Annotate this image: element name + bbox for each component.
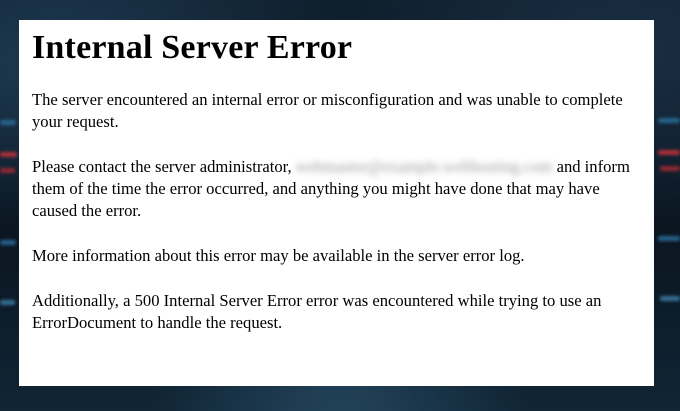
contact-admin-text: Please contact the server administrator, xyxy=(32,157,292,176)
blue-light-stripe xyxy=(658,118,680,123)
admin-email-redacted: webmaster@example.webhosting.com xyxy=(295,157,553,176)
red-light-stripe xyxy=(660,166,680,171)
error-heading: Internal Server Error xyxy=(32,29,353,66)
blue-light-stripe xyxy=(660,296,680,301)
error-page-panel: Internal Server Error The server encount… xyxy=(19,20,654,386)
blue-light-stripe xyxy=(0,240,16,245)
blue-light-stripe xyxy=(0,300,15,305)
contact-admin-paragraph: Please contact the server administrator,… xyxy=(32,156,642,222)
blue-light-stripe xyxy=(658,236,680,241)
red-light-stripe xyxy=(658,150,680,155)
red-light-stripe xyxy=(0,168,15,173)
red-light-stripe xyxy=(0,152,17,157)
blue-light-stripe xyxy=(0,120,16,125)
error-document-paragraph: Additionally, a 500 Internal Server Erro… xyxy=(32,291,602,332)
error-log-paragraph: More information about this error may be… xyxy=(32,246,525,265)
error-description-paragraph: The server encountered an internal error… xyxy=(32,90,623,131)
